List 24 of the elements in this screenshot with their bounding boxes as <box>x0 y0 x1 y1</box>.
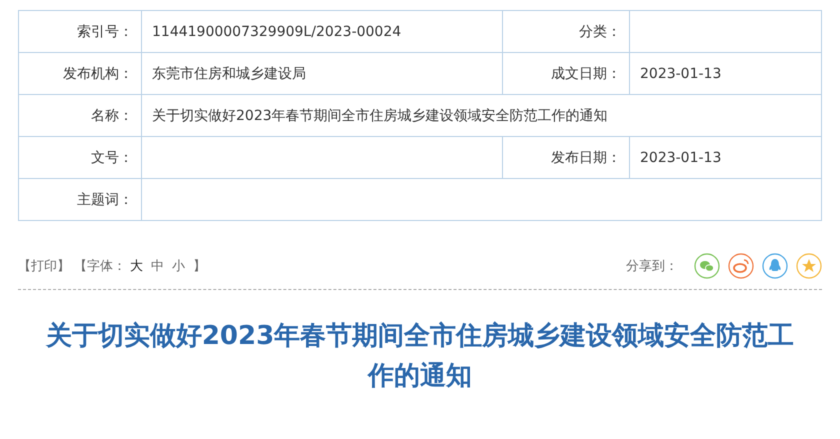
font-size-option[interactable]: 小 <box>172 257 185 275</box>
font-size-option[interactable]: 大 <box>130 257 143 275</box>
field-label: 索引号： <box>77 24 133 40</box>
field-value: 2023-01-13 <box>640 150 722 166</box>
font-size-label: 【字体： <box>74 258 126 275</box>
field-label: 文号： <box>91 150 133 166</box>
field-value: 11441900007329909L/2023-00024 <box>152 24 402 40</box>
penguin-icon[interactable] <box>762 253 788 279</box>
field-value: 东莞市住房和城乡建设局 <box>152 66 306 82</box>
field-label: 主题词： <box>77 192 133 208</box>
weibo-icon[interactable] <box>728 253 754 279</box>
bracket-text: 】 <box>193 258 206 275</box>
field-label: 发布机构： <box>63 66 133 82</box>
field-value: 关于切实做好2023年春节期间全市住房城乡建设领域安全防范工作的通知 <box>152 108 608 124</box>
share-label: 分享到： <box>626 258 678 275</box>
field-label: 名称： <box>91 108 133 124</box>
field-value: 2023-01-13 <box>640 66 722 82</box>
wechat-icon[interactable] <box>694 253 720 279</box>
field-label: 成文日期： <box>551 66 621 82</box>
article-title: 关于切实做好2023年春节期间全市住房城乡建设领域安全防范工作的通知 <box>44 320 796 393</box>
field-label: 发布日期： <box>551 150 621 166</box>
field-label: 分类： <box>579 24 621 40</box>
font-size-option[interactable]: 中 <box>151 257 164 275</box>
print-link[interactable]: 【打印】 <box>18 257 70 275</box>
